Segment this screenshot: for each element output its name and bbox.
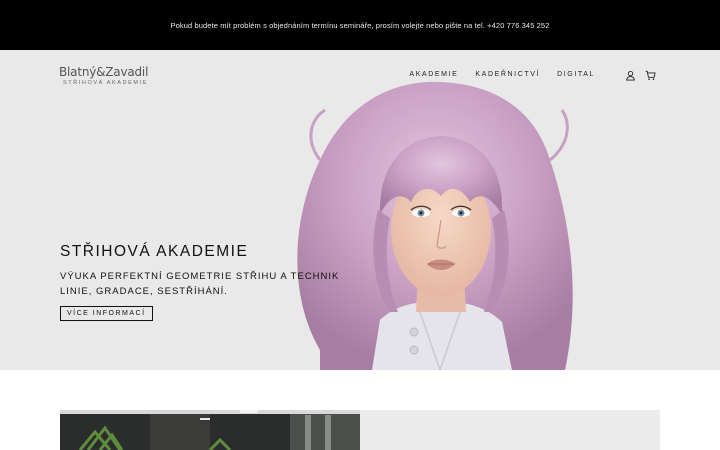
salon-photo <box>60 410 360 450</box>
announcement-text: Pokud budete mít problém s objednáním te… <box>170 20 550 30</box>
more-info-button[interactable]: VÍCE INFORMACÍ <box>60 306 153 321</box>
hero-subtitle: VÝUKA PERFEKTNÍ GEOMETRIE STŘIHU A TECHN… <box>60 271 340 297</box>
nav-item-akademie[interactable]: AKADEMIE <box>409 71 458 78</box>
content-panel <box>360 410 660 450</box>
brand-logo[interactable]: Blatný&Zavadil STŘIHOVÁ AKADEMIE <box>59 65 148 86</box>
main-nav: AKADEMIE KADEŘNICTVÍ DIGITAL <box>409 71 595 78</box>
cart-icon[interactable] <box>645 70 656 81</box>
hero-section: Blatný&Zavadil STŘIHOVÁ AKADEMIE AKADEMI… <box>0 50 720 370</box>
header-icons <box>625 70 656 81</box>
nav-item-kadernictvi[interactable]: KADEŘNICTVÍ <box>475 71 540 78</box>
announcement-bar: Pokud budete mít problém s objednáním te… <box>0 0 720 50</box>
nav-item-digital[interactable]: DIGITAL <box>557 71 595 78</box>
hero-title: STŘIHOVÁ AKADEMIE <box>60 243 249 260</box>
logo-tagline: STŘIHOVÁ AKADEMIE <box>63 80 148 86</box>
hero-portrait-image <box>297 81 573 370</box>
user-icon[interactable] <box>625 70 636 81</box>
logo-wordmark: Blatný&Zavadil <box>59 65 149 79</box>
